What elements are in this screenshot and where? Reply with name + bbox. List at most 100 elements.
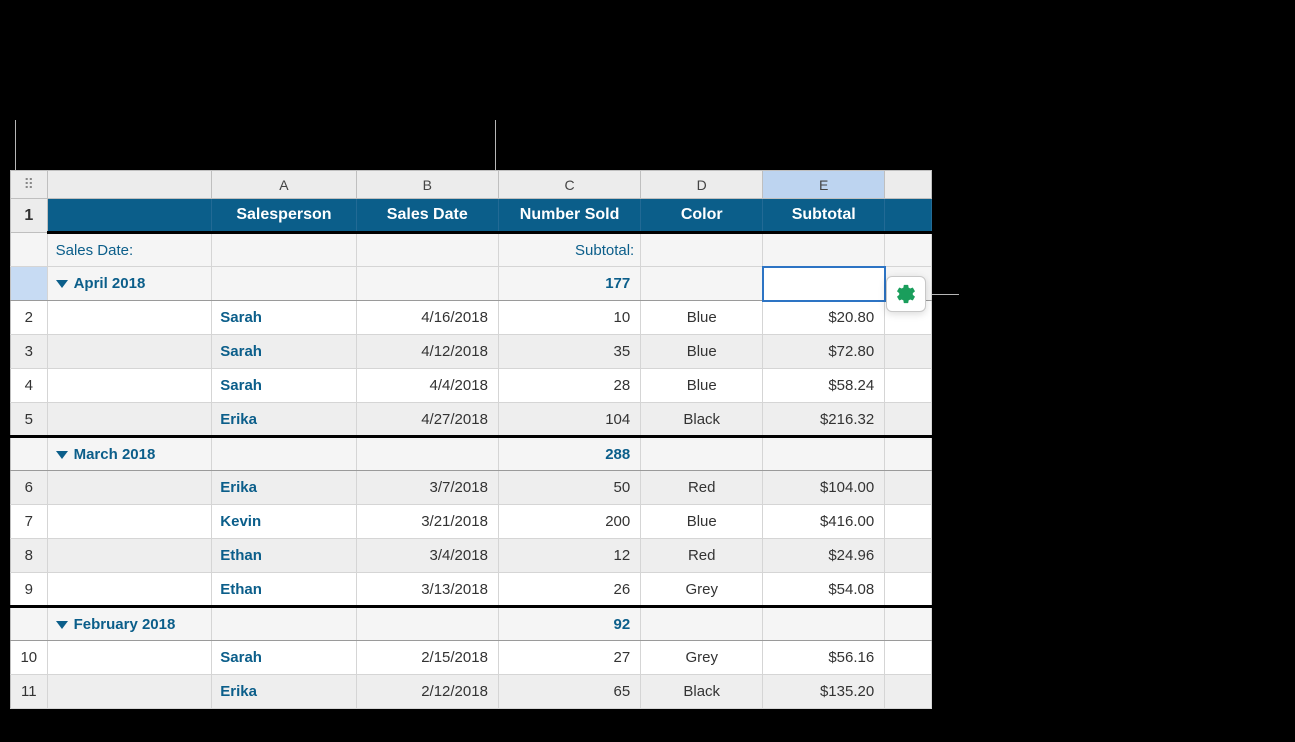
cell-subtotal[interactable]: $24.96: [763, 539, 885, 573]
cell-salesperson[interactable]: Ethan: [212, 573, 356, 607]
cell-number-sold[interactable]: 12: [498, 539, 640, 573]
group-label[interactable]: March 2018: [47, 437, 212, 471]
cell-number-sold[interactable]: 10: [498, 301, 640, 335]
row-header[interactable]: 2: [11, 301, 48, 335]
cell-color[interactable]: Grey: [641, 573, 763, 607]
cell-salesperson[interactable]: Kevin: [212, 505, 356, 539]
cell-subtotal[interactable]: $72.80: [763, 335, 885, 369]
row-header-group[interactable]: .: [11, 437, 48, 471]
group-label[interactable]: April 2018: [47, 267, 212, 301]
row-header[interactable]: 8: [11, 539, 48, 573]
column-header-A[interactable]: A: [212, 171, 356, 199]
cell-salesperson[interactable]: Sarah: [212, 369, 356, 403]
row-header[interactable]: 9: [11, 573, 48, 607]
cell-number-sold[interactable]: 50: [498, 471, 640, 505]
cell-subtotal[interactable]: $20.80: [763, 301, 885, 335]
group-name: March 2018: [74, 446, 156, 463]
row-header[interactable]: 5: [11, 403, 48, 437]
cell-color[interactable]: Black: [641, 675, 763, 709]
group-label[interactable]: February 2018: [47, 607, 212, 641]
cell-subtotal[interactable]: $54.08: [763, 573, 885, 607]
header-number-sold[interactable]: Number Sold: [498, 199, 640, 233]
cell-subtotal[interactable]: $104.00: [763, 471, 885, 505]
disclosure-triangle-icon[interactable]: [56, 621, 68, 629]
header-subtotal[interactable]: Subtotal: [763, 199, 885, 233]
cell-date[interactable]: 3/21/2018: [356, 505, 498, 539]
cell-number-sold[interactable]: 26: [498, 573, 640, 607]
cell-date[interactable]: 4/16/2018: [356, 301, 498, 335]
row-header-group[interactable]: .: [11, 607, 48, 641]
cell-color[interactable]: Blue: [641, 505, 763, 539]
header-end[interactable]: [885, 199, 932, 233]
column-header-blank[interactable]: [47, 171, 212, 199]
cell-salesperson[interactable]: Sarah: [212, 641, 356, 675]
row-header[interactable]: 7: [11, 505, 48, 539]
summary-label-left: Sales Date:: [47, 233, 212, 267]
cell-number-sold[interactable]: 200: [498, 505, 640, 539]
cell-date[interactable]: 4/4/2018: [356, 369, 498, 403]
row-header[interactable]: 3: [11, 335, 48, 369]
group-subtotal-cell[interactable]: [763, 437, 885, 471]
cell-color[interactable]: Blue: [641, 301, 763, 335]
cell-date[interactable]: 4/27/2018: [356, 403, 498, 437]
cell-number-sold[interactable]: 65: [498, 675, 640, 709]
cell-subtotal[interactable]: $216.32: [763, 403, 885, 437]
disclosure-triangle-icon[interactable]: [56, 451, 68, 459]
cell-subtotal[interactable]: $56.16: [763, 641, 885, 675]
cell-salesperson[interactable]: Erika: [212, 471, 356, 505]
column-header-C[interactable]: C: [498, 171, 640, 199]
group-sum[interactable]: 288: [498, 437, 640, 471]
row-header-group[interactable]: .: [11, 267, 48, 301]
row-header[interactable]: 6: [11, 471, 48, 505]
cell-salesperson[interactable]: Sarah: [212, 335, 356, 369]
cell-salesperson[interactable]: Sarah: [212, 301, 356, 335]
cell-color[interactable]: Blue: [641, 335, 763, 369]
cell-date[interactable]: 2/12/2018: [356, 675, 498, 709]
header-salesperson[interactable]: Salesperson: [212, 199, 356, 233]
cell-subtotal[interactable]: $58.24: [763, 369, 885, 403]
cell-number-sold[interactable]: 28: [498, 369, 640, 403]
gear-icon: [895, 283, 917, 305]
cell-number-sold[interactable]: 27: [498, 641, 640, 675]
spreadsheet-table: ⠿ A B C D E 1 Salesperson Sales Date Num…: [10, 170, 932, 709]
cell-color[interactable]: Grey: [641, 641, 763, 675]
row-header[interactable]: 11: [11, 675, 48, 709]
corner-cell[interactable]: ⠿: [11, 171, 48, 199]
column-header-E[interactable]: E: [763, 171, 885, 199]
category-options-button[interactable]: [886, 276, 926, 312]
cell-number-sold[interactable]: 104: [498, 403, 640, 437]
row-header[interactable]: 4: [11, 369, 48, 403]
header-blank[interactable]: [47, 199, 212, 233]
cell-date[interactable]: 3/7/2018: [356, 471, 498, 505]
group-sum[interactable]: 177: [498, 267, 640, 301]
cell-color[interactable]: Red: [641, 539, 763, 573]
column-header-D[interactable]: D: [641, 171, 763, 199]
cell-color[interactable]: Black: [641, 403, 763, 437]
cell-subtotal[interactable]: $416.00: [763, 505, 885, 539]
cell-subtotal[interactable]: $135.20: [763, 675, 885, 709]
cell-date[interactable]: 3/13/2018: [356, 573, 498, 607]
cell-salesperson[interactable]: Erika: [212, 675, 356, 709]
row-header[interactable]: 10: [11, 641, 48, 675]
cell-number-sold[interactable]: 35: [498, 335, 640, 369]
row-header-blank[interactable]: .: [11, 233, 48, 267]
row-header-1[interactable]: 1: [11, 199, 48, 233]
summary-label-right: Subtotal:: [498, 233, 640, 267]
group-sum[interactable]: 92: [498, 607, 640, 641]
cell-salesperson[interactable]: Ethan: [212, 539, 356, 573]
disclosure-triangle-icon[interactable]: [56, 280, 68, 288]
cell-salesperson[interactable]: Erika: [212, 403, 356, 437]
group-subtotal-cell[interactable]: [763, 607, 885, 641]
group-name: February 2018: [74, 616, 176, 633]
cell-date[interactable]: 2/15/2018: [356, 641, 498, 675]
column-header-B[interactable]: B: [356, 171, 498, 199]
column-header-end[interactable]: [885, 171, 932, 199]
cell-date[interactable]: 3/4/2018: [356, 539, 498, 573]
cell-color[interactable]: Blue: [641, 369, 763, 403]
cell-color[interactable]: Red: [641, 471, 763, 505]
header-sales-date[interactable]: Sales Date: [356, 199, 498, 233]
header-color[interactable]: Color: [641, 199, 763, 233]
group-subtotal-cell[interactable]: [763, 267, 885, 301]
group-name: April 2018: [74, 275, 146, 292]
cell-date[interactable]: 4/12/2018: [356, 335, 498, 369]
